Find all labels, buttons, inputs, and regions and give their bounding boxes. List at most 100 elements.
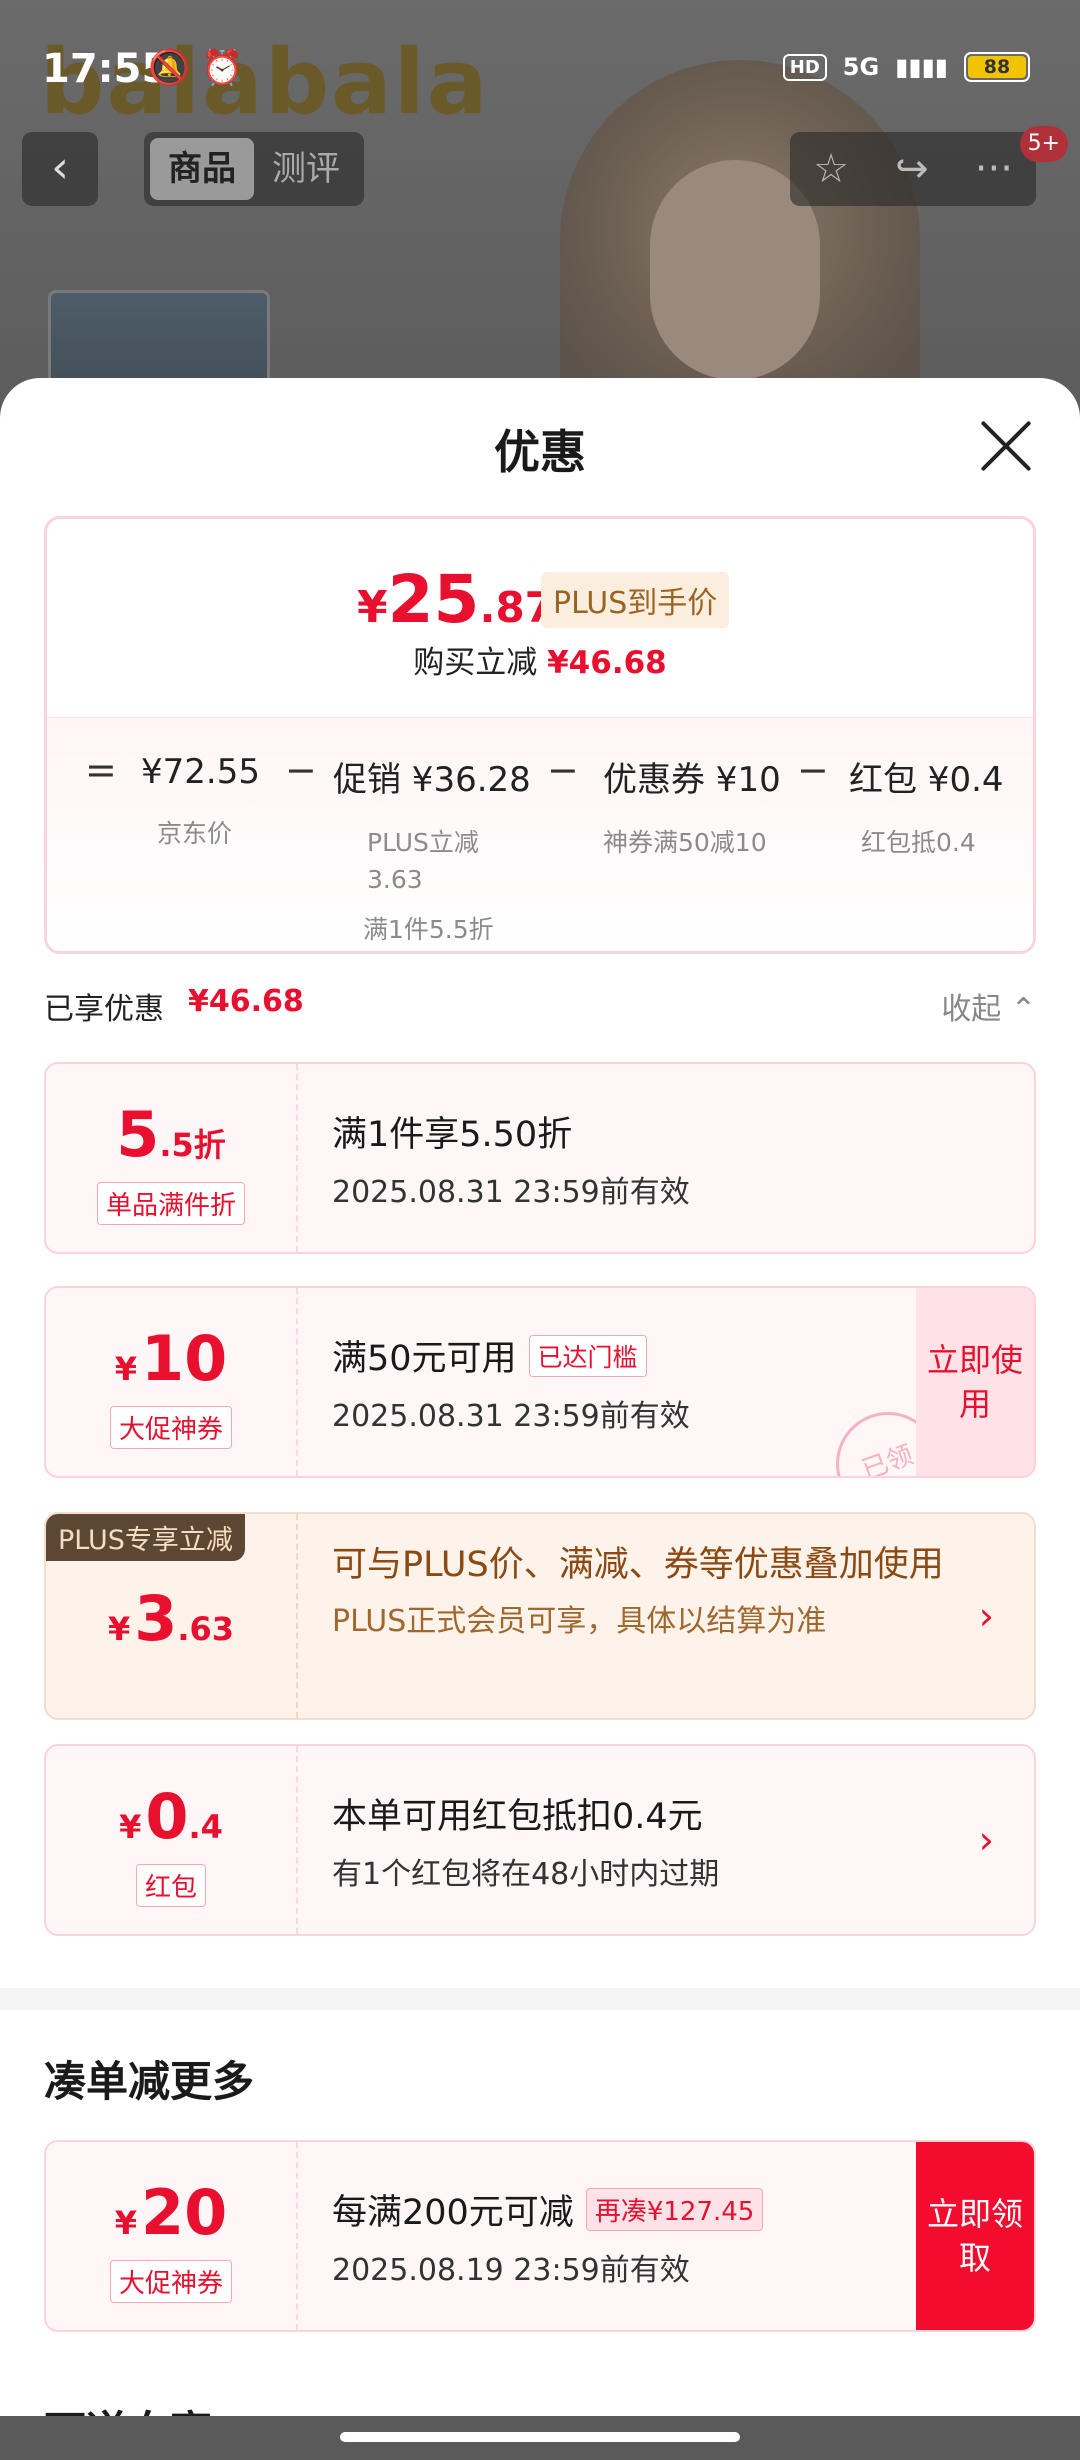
final-price-symbol: ¥	[357, 582, 388, 633]
status-right: HD 5G ▮▮▮▮ 88	[782, 52, 1030, 82]
use-now-button[interactable]: 立即使用	[916, 1288, 1034, 1476]
enjoyed-row: 已享优惠 ¥46.68 收起 ⌃	[44, 984, 1036, 1034]
final-price-integer: 25	[387, 561, 480, 638]
coupon-value: 5 .5折	[46, 1098, 296, 1171]
section-divider	[0, 1988, 1080, 2010]
plus-value: ¥ 3 .63	[46, 1582, 296, 1655]
jd-price-label: 京东价	[157, 819, 233, 848]
plus-info: 可与PLUS价、满减、券等优惠叠加使用 PLUS正式会员可享，具体以结算为准	[332, 1540, 944, 1640]
redpack-sub: 红包抵0.4	[861, 828, 976, 857]
enjoyed-amount: ¥46.68	[188, 984, 304, 1019]
plus-ribbon: PLUS专享立减	[46, 1514, 245, 1561]
promo-sub-plus-amount: 3.63	[367, 865, 423, 894]
redpack-tag: 红包	[135, 1864, 207, 1907]
coupon-currency: ¥	[114, 1350, 137, 1388]
coupon-validity: 2025.08.19 23:59前有效	[332, 2253, 690, 2288]
coupon-title: 满50元可用	[332, 1339, 517, 1379]
more-section-title: 凑单减更多	[44, 2057, 255, 2106]
plus-currency: ¥	[107, 1610, 131, 1648]
plus-value-int: 3	[134, 1582, 178, 1655]
redpack-value: ¥ 0 .4	[46, 1780, 296, 1853]
redpack-subtitle: 有1个红包将在48小时内过期	[332, 1857, 720, 1892]
promo-coupon: ¥ 10 大促神券 满50元可用 已达门槛 2025.08.31 23:59前有…	[44, 1286, 1036, 1478]
redpack-amount: 红包 ¥0.4	[849, 760, 1004, 800]
add-more-badge: 再凑¥127.45	[585, 2188, 764, 2231]
discount-sheet: 优惠 ¥ 25 .87 PLUS到手价 购买立减 ¥46.68 = ¥72.55…	[0, 378, 1080, 2460]
coupon-type-tag: 大促神券	[109, 1406, 233, 1449]
jd-price: ¥72.55	[141, 752, 260, 792]
breakdown-redpack: 红包 ¥0.4 红包抵0.4	[849, 752, 1004, 859]
coupon-info: 满1件享5.50折 2025.08.31 23:59前有效	[332, 1106, 904, 1211]
minus-sign: −	[285, 748, 317, 792]
coupon-value-area: ¥ 10 大促神券	[46, 1288, 298, 1476]
redpack-title: 本单可用红包抵扣0.4元	[332, 1797, 703, 1837]
coupon-value-int: 10	[140, 1322, 228, 1395]
coupon-value-area: 5 .5折 单品满件折	[46, 1064, 298, 1252]
collapse-toggle[interactable]: 收起 ⌃	[941, 984, 1036, 1028]
tab-product[interactable]: 商品	[150, 138, 254, 200]
final-price: ¥ 25 .87	[357, 561, 554, 638]
status-bar: 17:55 🔕 ⏰ HD 5G ▮▮▮▮ 88	[0, 0, 1080, 130]
top-nav: ‹ 商品 测评 ☆ ↪ ··· 5+	[0, 126, 1080, 212]
hd-icon: HD	[782, 53, 827, 81]
coupon-type-tag: 大促神券	[109, 2260, 233, 2303]
chevron-right-icon: ›	[978, 1594, 994, 1638]
coupon-title-row: 满50元可用 已达门槛	[332, 1330, 904, 1381]
coupon-value: ¥ 10	[46, 1322, 296, 1395]
battery-level: 88	[968, 56, 1026, 78]
reduce-line: 购买立减 ¥46.68	[47, 637, 1033, 682]
plus-discount-card[interactable]: ¥ 3 .63 PLUS专享立减 可与PLUS价、满减、券等优惠叠加使用 PLU…	[44, 1512, 1036, 1720]
chevron-right-icon: ›	[978, 1818, 994, 1862]
tab-review[interactable]: 测评	[254, 138, 358, 200]
plus-value-dec: .63	[177, 1610, 235, 1648]
status-icons: 🔕 ⏰	[148, 48, 244, 88]
enjoyed-label: 已享优惠	[44, 992, 164, 1027]
reduce-amount: ¥46.68	[547, 645, 667, 681]
coupon-info: 满50元可用 已达门槛 2025.08.31 23:59前有效	[332, 1330, 904, 1435]
coupon-value-area: ¥ 20 大促神券	[46, 2142, 298, 2330]
plus-price-tag: PLUS到手价	[541, 572, 730, 628]
redpack-value-int: 0	[145, 1780, 189, 1853]
coupon-amount: 优惠券 ¥10	[603, 760, 781, 800]
coupon-info: 每满200元可减 再凑¥127.45 2025.08.19 23:59前有效	[332, 2184, 904, 2289]
back-button[interactable]: ‹	[22, 132, 98, 206]
action-bar: ☆ ↪ ···	[790, 132, 1036, 206]
plus-subtitle: PLUS正式会员可享，具体以结算为准	[332, 1604, 827, 1639]
equals-sign: =	[85, 748, 117, 792]
breakdown-jd: ¥72.55 京东价	[141, 752, 260, 850]
promo-sub-discount: 满1件5.5折	[363, 915, 494, 944]
favorite-icon[interactable]: ☆	[813, 146, 849, 192]
product-tabs: 商品 测评	[144, 132, 364, 206]
coupon-sub: 神券满50减10	[603, 828, 767, 857]
price-breakdown: = ¥72.55 京东价 − 促销 ¥36.28 PLUS立减 3.63 满1件…	[47, 717, 1033, 951]
breakdown-coupon: 优惠券 ¥10 神券满50减10	[603, 752, 781, 859]
redpack-value-area: ¥ 0 .4 红包	[46, 1746, 298, 1934]
redpack-value-dec: .4	[188, 1808, 223, 1846]
reduce-label: 购买立减	[413, 645, 538, 681]
signal-bars-icon: ▮▮▮▮	[895, 53, 948, 81]
redpack-info: 本单可用红包抵扣0.4元 有1个红包将在48小时内过期	[332, 1788, 904, 1893]
sheet-title: 优惠	[494, 425, 586, 479]
signal-icon: 5G	[842, 53, 880, 81]
home-indicator[interactable]	[340, 2432, 740, 2442]
coupon-value-dec: .5折	[159, 1126, 226, 1164]
coupon-type-tag: 单品满件折	[96, 1182, 246, 1225]
share-icon[interactable]: ↪	[895, 146, 929, 192]
promo-amount: 促销 ¥36.28	[333, 760, 531, 800]
coupon-title: 每满200元可减	[332, 2193, 574, 2233]
redpack-card[interactable]: ¥ 0 .4 红包 本单可用红包抵扣0.4元 有1个红包将在48小时内过期 ›	[44, 1744, 1036, 1936]
threshold-badge: 已达门槛	[528, 1334, 647, 1377]
close-icon[interactable]	[978, 418, 1034, 474]
redpack-currency: ¥	[119, 1808, 142, 1846]
more-icon[interactable]: ···	[975, 146, 1013, 192]
coupon-value: ¥ 20	[46, 2176, 296, 2249]
price-summary-card: ¥ 25 .87 PLUS到手价 购买立减 ¥46.68 = ¥72.55 京东…	[44, 516, 1036, 954]
more-coupon: ¥ 20 大促神券 每满200元可减 再凑¥127.45 2025.08.19 …	[44, 2140, 1036, 2332]
minus-sign: −	[547, 748, 579, 792]
coupon-title-row: 每满200元可减 再凑¥127.45	[332, 2184, 904, 2235]
claim-now-button[interactable]: 立即领取	[916, 2142, 1034, 2330]
coupon-title: 满1件享5.50折	[332, 1115, 573, 1155]
plus-title: 可与PLUS价、满减、券等优惠叠加使用	[332, 1545, 944, 1585]
minus-sign: −	[797, 748, 829, 792]
coupon-value-int: 20	[140, 2176, 228, 2249]
